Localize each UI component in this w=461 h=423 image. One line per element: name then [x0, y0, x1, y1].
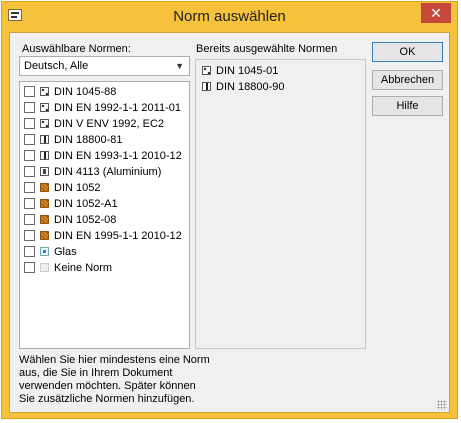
list-item-label: DIN 1045-01: [216, 65, 279, 77]
help-button[interactable]: Hilfe: [372, 96, 443, 116]
selected-norms-list[interactable]: DIN 1045-01 DIN 18800-90: [195, 59, 366, 349]
checkbox[interactable]: [24, 166, 35, 177]
hint-line: aus, die Sie in Ihrem Dokument: [19, 367, 173, 379]
checkbox[interactable]: [24, 182, 35, 193]
dots-icon: [40, 87, 49, 96]
timber-icon: [40, 231, 49, 240]
steel-icon: [40, 151, 49, 160]
norm-filter-value: Deutsch, Alle: [24, 60, 89, 72]
list-item-label: DIN V ENV 1992, EC2: [54, 118, 165, 130]
resize-grip[interactable]: [437, 400, 447, 410]
timber-icon: [40, 215, 49, 224]
checkbox[interactable]: [24, 102, 35, 113]
window-title: Norm auswählen: [173, 8, 286, 25]
checkbox[interactable]: [24, 134, 35, 145]
list-item-label: DIN 1045-88: [54, 86, 117, 98]
checkbox[interactable]: [24, 246, 35, 257]
dialog-window: Norm auswählen ✕ Auswählbare Normen: Deu…: [1, 1, 458, 419]
hint-text: Wählen Sie hier mindestens eine Norm aus…: [19, 354, 219, 406]
list-item-label: DIN EN 1995-1-1 2010-12: [54, 230, 182, 242]
checkbox[interactable]: [24, 262, 35, 273]
checkbox[interactable]: [24, 214, 35, 225]
list-item-label: DIN 4113 (Aluminium): [54, 166, 162, 178]
list-item-label: DIN EN 1993-1-1 2010-12: [54, 150, 182, 162]
selected-norms-label: Bereits ausgewählte Normen: [196, 43, 338, 55]
list-item-label: DIN 1052: [54, 182, 101, 194]
available-norms-list[interactable]: DIN 1045-88 DIN EN 1992-1-1 2011-01 DIN …: [19, 81, 190, 349]
aluminium-icon: [40, 167, 49, 176]
timber-icon: [40, 199, 49, 208]
ok-button[interactable]: OK: [372, 42, 443, 62]
dots-icon: [202, 66, 211, 75]
checkbox[interactable]: [24, 118, 35, 129]
timber-icon: [40, 183, 49, 192]
list-item-label: DIN 1052-A1: [54, 198, 118, 210]
dialog-client-area: Auswählbare Normen: Deutsch, Alle ▼ DIN …: [9, 32, 450, 413]
chevron-down-icon[interactable]: ▼: [175, 61, 184, 71]
cancel-button[interactable]: Abbrechen: [372, 70, 443, 90]
list-item-label: DIN 1052-08: [54, 214, 117, 226]
checkbox[interactable]: [24, 230, 35, 241]
title-bar[interactable]: Norm auswählen ✕: [2, 2, 457, 32]
available-norms-label: Auswählbare Normen:: [22, 43, 131, 55]
glass-icon: [40, 247, 49, 256]
dots-icon: [40, 119, 49, 128]
list-item-label: Glas: [54, 246, 77, 258]
checkbox[interactable]: [24, 198, 35, 209]
steel-icon: [40, 135, 49, 144]
hint-line: verwenden möchten. Später können: [19, 380, 196, 392]
list-item-label: DIN 18800-81: [54, 134, 123, 146]
checkbox[interactable]: [24, 150, 35, 161]
close-button[interactable]: ✕: [421, 3, 451, 23]
norm-filter-select[interactable]: Deutsch, Alle ▼: [19, 56, 190, 76]
list-item-label: DIN EN 1992-1-1 2011-01: [54, 102, 181, 114]
list-item-label: DIN 18800-90: [216, 81, 285, 93]
hint-line: Sie zusätzliche Normen hinzufügen.: [19, 393, 195, 405]
steel-icon: [202, 82, 211, 91]
dots-icon: [40, 103, 49, 112]
list-item-label: Keine Norm: [54, 262, 113, 274]
no-norm-icon: [40, 263, 49, 272]
checkbox[interactable]: [24, 86, 35, 97]
hint-line: Wählen Sie hier mindestens eine Norm: [19, 354, 210, 366]
